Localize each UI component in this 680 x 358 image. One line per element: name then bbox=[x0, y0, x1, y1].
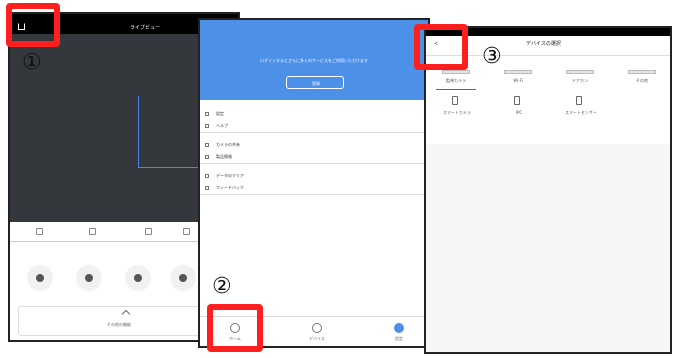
page-title: ライブビュー bbox=[130, 25, 161, 31]
fullscreen-tool-icon[interactable] bbox=[183, 228, 190, 235]
step1-number: ① bbox=[22, 50, 42, 75]
status-bar bbox=[200, 20, 428, 28]
highlight-step1 bbox=[6, 3, 60, 47]
menu-label: フィードバック bbox=[216, 185, 244, 190]
chevron-up-icon bbox=[121, 309, 131, 319]
category-tab-wifi[interactable]: Wi-Fi bbox=[498, 66, 538, 90]
menu-label: カメラの共有 bbox=[216, 142, 240, 147]
info-icon bbox=[205, 155, 209, 159]
screenshot-tool-icon[interactable] bbox=[36, 228, 43, 235]
menu-item-settings[interactable]: 設定 bbox=[200, 108, 428, 120]
quality-tool-icon[interactable] bbox=[145, 228, 152, 235]
step3-number: ③ bbox=[482, 44, 502, 69]
login-banner: ログインするとさらに多くのサービスをご利用いただけます 登録 bbox=[200, 28, 428, 100]
step2-number: ② bbox=[212, 274, 232, 299]
category-tab-other[interactable]: その他 bbox=[622, 66, 662, 90]
tab-label: 設定 bbox=[395, 336, 403, 341]
highlight-step2 bbox=[207, 304, 263, 352]
sensor-device-icon bbox=[576, 96, 582, 105]
device-item[interactable]: IPC bbox=[498, 94, 538, 122]
category-label: 監視カメラ bbox=[446, 78, 466, 83]
category-icon bbox=[504, 70, 532, 74]
category-icon bbox=[442, 70, 470, 74]
trash-icon bbox=[205, 174, 209, 178]
menu-item-feedback[interactable]: フィードバック bbox=[200, 182, 428, 194]
menu-label: 製品情報 bbox=[216, 154, 232, 159]
more-functions-label: その他の機能 bbox=[107, 322, 131, 327]
menu-label: 設定 bbox=[216, 111, 224, 116]
menu-item-clear-data[interactable]: データのクリア bbox=[200, 170, 428, 182]
device-label: IPC bbox=[515, 110, 523, 115]
page-title: デバイスの選択 bbox=[526, 41, 561, 47]
tab-settings[interactable]: 設定 bbox=[384, 321, 414, 343]
category-tab-doorphone[interactable]: ドアホン bbox=[560, 66, 600, 90]
menu-label: データのクリア bbox=[216, 173, 244, 178]
share-icon bbox=[205, 143, 209, 147]
feedback-icon bbox=[205, 186, 209, 190]
tab-label: デバイス bbox=[309, 336, 325, 341]
snapshot-icon[interactable] bbox=[76, 265, 102, 291]
ipc-device-icon bbox=[514, 96, 520, 105]
device-item[interactable]: スマートセンサー bbox=[560, 94, 600, 122]
register-button[interactable]: 登録 bbox=[286, 76, 344, 89]
category-label: その他 bbox=[636, 78, 648, 83]
menu-item-sharing[interactable]: カメラの共有 bbox=[200, 139, 428, 151]
microphone-icon[interactable] bbox=[125, 265, 151, 291]
settings-icon bbox=[205, 112, 209, 116]
menu-list: 設定 ヘルプ カメラの共有 製品情報 データのクリア フィードバック bbox=[200, 108, 428, 201]
camera-control-icon[interactable] bbox=[27, 265, 53, 291]
category-label: Wi-Fi bbox=[513, 78, 523, 83]
highlight-step3 bbox=[414, 24, 468, 70]
help-icon bbox=[205, 124, 209, 128]
device-label: スマートセンサー bbox=[565, 110, 597, 115]
category-icon bbox=[566, 70, 594, 74]
record-tool-icon[interactable] bbox=[89, 228, 96, 235]
camera-device-icon bbox=[452, 96, 458, 105]
device-icon bbox=[312, 323, 322, 333]
screenshot-menu: ログインするとさらに多くのサービスをご利用いただけます 登録 設定 ヘルプ カメ… bbox=[198, 18, 430, 348]
device-category-panel: 監視カメラ Wi-Fi ドアホン その他 スマートカメラ IPC スマートセンサ… bbox=[426, 58, 670, 144]
register-label: 登録 bbox=[312, 81, 320, 86]
menu-item-product-info[interactable]: 製品情報 bbox=[200, 151, 428, 163]
tab-devices[interactable]: デバイス bbox=[302, 321, 332, 343]
profile-icon bbox=[394, 323, 404, 333]
menu-label: ヘルプ bbox=[216, 123, 228, 128]
category-label: ドアホン bbox=[572, 78, 588, 83]
menu-item-help[interactable]: ヘルプ bbox=[200, 120, 428, 132]
device-label: スマートカメラ bbox=[443, 110, 471, 115]
video-icon[interactable] bbox=[170, 265, 196, 291]
empty-area bbox=[426, 144, 670, 352]
menu-section: カメラの共有 製品情報 bbox=[200, 139, 428, 164]
menu-section: データのクリア フィードバック bbox=[200, 170, 428, 195]
login-message: ログインするとさらに多くのサービスをご利用いただけます bbox=[260, 58, 368, 63]
menu-section: 設定 ヘルプ bbox=[200, 108, 428, 133]
device-item[interactable]: スマートカメラ bbox=[436, 94, 476, 122]
category-icon bbox=[628, 70, 656, 74]
screenshot-device-select: < デバイスの選択 監視カメラ Wi-Fi ドアホン その他 スマートカメラ I… bbox=[424, 26, 672, 354]
